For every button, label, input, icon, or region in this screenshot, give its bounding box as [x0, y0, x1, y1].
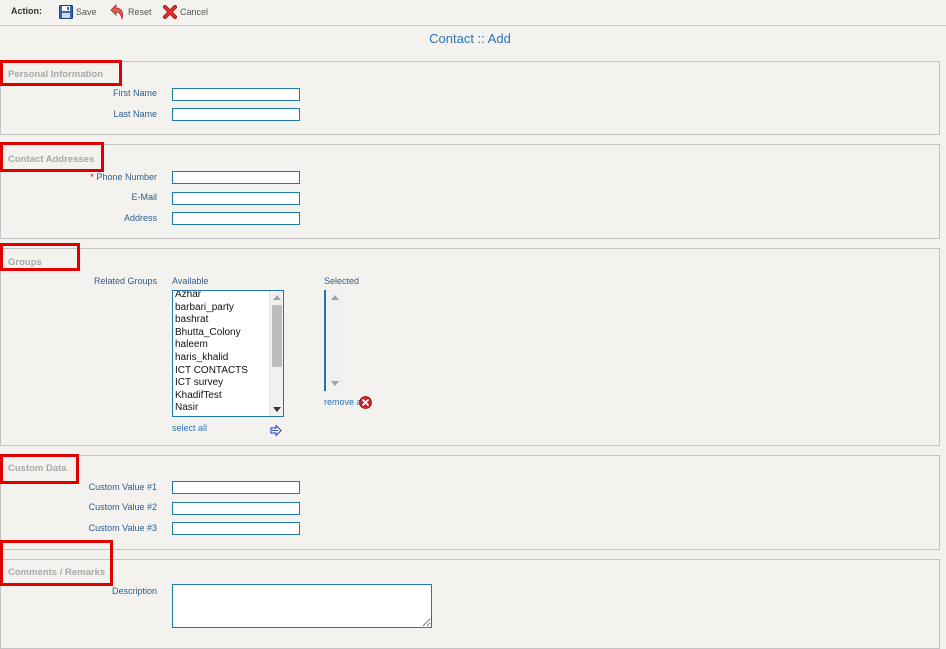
list-item[interactable]: Azhar: [175, 291, 269, 302]
email-input[interactable]: [172, 192, 300, 205]
select-all-link[interactable]: select all: [172, 423, 207, 433]
first-name-input[interactable]: [172, 88, 300, 101]
list-item[interactable]: ICT survey: [175, 377, 269, 390]
scroll-up-arrow-icon[interactable]: [273, 295, 281, 300]
highlight-box: [0, 243, 80, 271]
list-item[interactable]: haleem: [175, 339, 269, 352]
action-label: Action:: [11, 6, 42, 16]
required-marker: *: [90, 172, 94, 182]
available-groups-list[interactable]: Azhar barbari_party bashrat Bhutta_Colon…: [172, 290, 284, 417]
cancel-button[interactable]: Cancel: [163, 4, 208, 20]
scroll-down-arrow-icon[interactable]: [273, 407, 281, 412]
save-icon: [59, 5, 73, 19]
list-item[interactable]: Bhutta_Colony: [175, 327, 269, 340]
custom-value-2-label: Custom Value #2: [88, 502, 157, 512]
last-name-input[interactable]: [172, 108, 300, 121]
first-name-label: First Name: [112, 88, 157, 98]
scroll-up-arrow-icon[interactable]: [331, 295, 339, 300]
selected-label: Selected: [324, 276, 360, 286]
custom-value-3-label: Custom Value #3: [88, 523, 157, 533]
highlight-box: [0, 540, 113, 586]
list-item[interactable]: Nasir: [175, 402, 269, 415]
highlight-box: [0, 142, 104, 172]
custom-value-2-input[interactable]: [172, 502, 300, 515]
last-name-label: Last Name: [113, 109, 157, 119]
scroll-down-arrow-icon[interactable]: [331, 381, 339, 386]
phone-number-label: * Phone Number: [0, 172, 157, 182]
save-button[interactable]: Save: [59, 4, 97, 20]
custom-value-3-input[interactable]: [172, 522, 300, 535]
section-personal-information: Personal Information: [0, 61, 940, 135]
highlight-box: [0, 454, 79, 484]
address-label: Address: [123, 213, 157, 223]
red-x-icon: [163, 5, 177, 19]
reset-button[interactable]: Reset: [109, 4, 152, 20]
phone-number-label-text: Phone Number: [96, 172, 157, 182]
custom-value-1-input[interactable]: [172, 481, 300, 494]
list-item[interactable]: KhadifTest: [175, 390, 269, 403]
save-label: Save: [76, 7, 97, 17]
highlight-box: [0, 60, 122, 86]
email-label: E-Mail: [131, 192, 157, 202]
address-input[interactable]: [172, 212, 300, 225]
list-item[interactable]: bashrat: [175, 314, 269, 327]
scrollbar[interactable]: [269, 291, 283, 416]
list-item[interactable]: ICT CONTACTS: [175, 365, 269, 378]
scrollbar-thumb[interactable]: [272, 305, 282, 367]
description-textarea[interactable]: [172, 584, 432, 628]
list-item[interactable]: haris_khalid: [175, 352, 269, 365]
related-groups-label: Related Groups: [93, 276, 157, 286]
page-title: Contact :: Add: [429, 31, 511, 46]
action-toolbar: Action: Save Reset Cancel: [0, 0, 946, 26]
arrow-right-icon[interactable]: [270, 423, 282, 441]
red-x-circle-icon[interactable]: [359, 396, 372, 414]
description-label: Description: [111, 586, 157, 596]
list-item[interactable]: barbari_party: [175, 302, 269, 315]
undo-arrow-icon: [109, 4, 125, 20]
selected-groups-list[interactable]: [324, 290, 341, 391]
available-label: Available: [172, 276, 209, 286]
cancel-label: Cancel: [180, 7, 209, 17]
phone-number-input[interactable]: [172, 171, 300, 184]
custom-value-1-label: Custom Value #1: [88, 482, 157, 492]
section-comments-remarks: Comments / Remarks: [0, 559, 940, 649]
reset-label: Reset: [128, 7, 152, 17]
